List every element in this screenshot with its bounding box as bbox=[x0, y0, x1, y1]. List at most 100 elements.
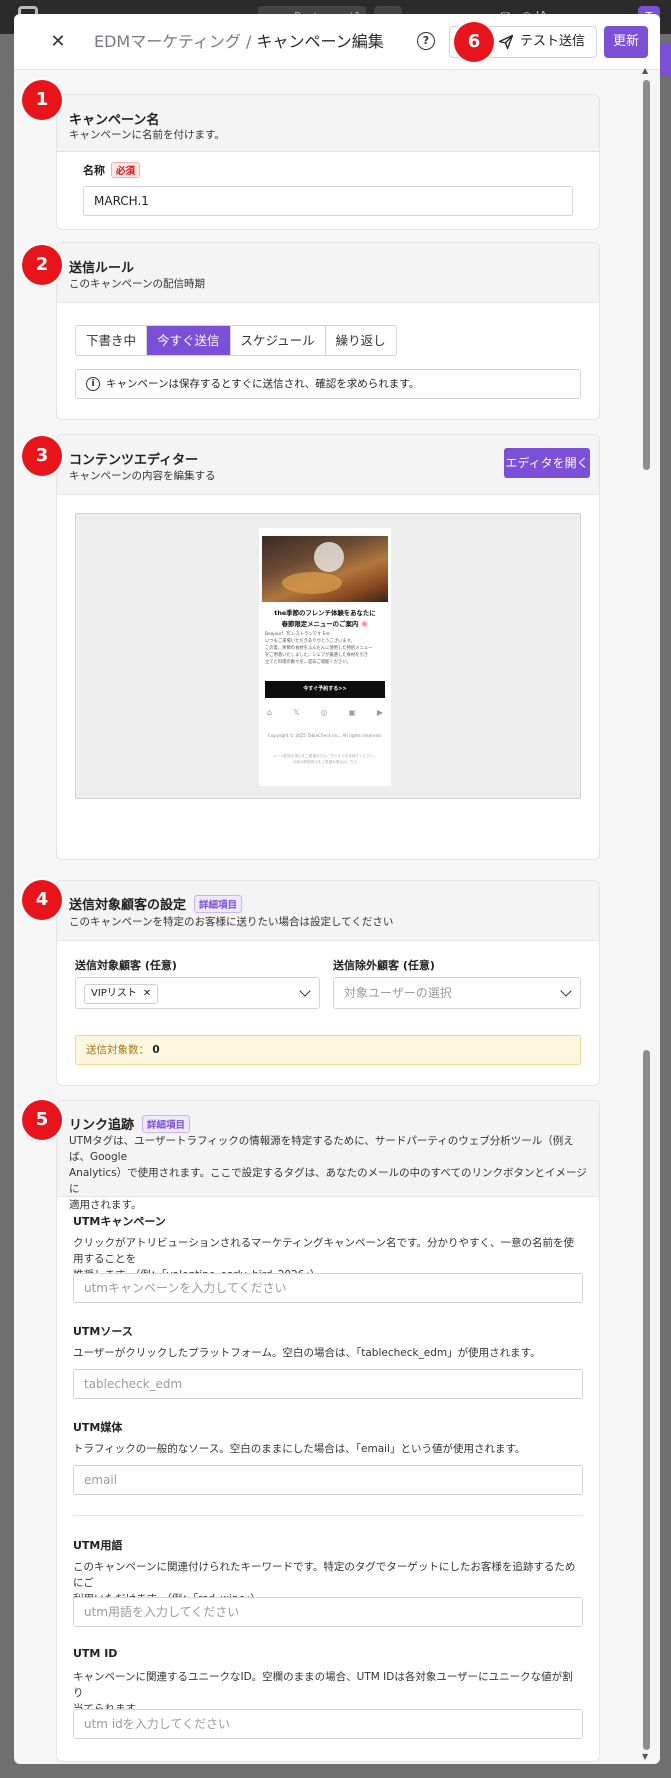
instagram-icon: ◎ bbox=[320, 708, 328, 717]
card-subtitle: このキャンペーンを特定のお客様に送りたい場合は設定してください bbox=[69, 916, 394, 928]
audience-card: 送信対象顧客の設定 詳細項目 このキャンペーンを特定のお客様に送りたい場合は設定し… bbox=[56, 880, 600, 1086]
hero-chef-shape bbox=[314, 542, 344, 572]
send-rule-option-send-now[interactable]: 今すぐ送信 bbox=[147, 326, 231, 355]
recipient-count-value: 0 bbox=[152, 1044, 160, 1056]
modal-body[interactable]: ▲ ▼ キャンペーン名 キャンペーンに名前を付けます。 名称 必須 MARCH.1… bbox=[14, 66, 660, 1764]
exclude-customers-select[interactable]: 対象ユーザーの選択 bbox=[333, 977, 581, 1009]
recipient-count-label: 送信対象数： bbox=[86, 1044, 149, 1056]
send-rule-option-repeat[interactable]: 繰り返し bbox=[326, 326, 396, 355]
email-copyright: Copyright © 2025 TableCheck Inc., All ri… bbox=[267, 733, 383, 738]
help-icon[interactable]: ? bbox=[417, 32, 435, 50]
open-editor-button[interactable]: エディタを開く bbox=[504, 448, 590, 478]
send-icon bbox=[498, 34, 514, 50]
card-title: コンテンツエディター bbox=[69, 453, 199, 468]
update-button[interactable]: 更新 bbox=[604, 26, 648, 58]
breadcrumb[interactable]: EDMマーケティング / bbox=[94, 32, 251, 51]
advanced-badge: 詳細項目 bbox=[194, 895, 243, 913]
email-body-line4: をご用意いたしました。シェフが厳選した食材を引き bbox=[265, 653, 369, 658]
exclude-placeholder: 対象ユーザーの選択 bbox=[344, 986, 452, 1000]
link-tracking-desc-line3: 適用されます。 bbox=[69, 1199, 142, 1211]
utm-term-help-line1: このキャンペーンに関連付けられたキーワードです。特定のタグでターゲットにしたお客… bbox=[73, 1561, 576, 1589]
callout-2: 2 bbox=[22, 245, 62, 285]
scrollbar[interactable]: ▲ ▼ bbox=[641, 66, 651, 1764]
utm-medium-label: UTM媒体 bbox=[73, 1421, 123, 1434]
required-badge: 必須 bbox=[111, 162, 141, 178]
email-footer-line1: メール配信の停止をご希望の方はこちらからお手続きください。 bbox=[272, 754, 378, 758]
send-rule-option-draft[interactable]: 下書き中 bbox=[76, 326, 148, 355]
card-header: コンテンツエディター キャンペーンの内容を編集する エディタを開く bbox=[57, 435, 599, 495]
youtube-icon: ▶ bbox=[376, 708, 383, 717]
card-header: キャンペーン名 キャンペーンに名前を付けます。 bbox=[57, 95, 599, 152]
email-heading-line2: 春節限定メニューのご案内 🌸 bbox=[281, 620, 369, 628]
scroll-up-icon[interactable]: ▲ bbox=[642, 66, 648, 75]
target-chip: VIPリスト ✕ bbox=[84, 984, 159, 1004]
email-heading: the季節のフレンチ体験をあなたに 春節限定メニューのご案内 🌸 bbox=[261, 608, 389, 630]
email-body-line5: 立てた料理の数々を、是非ご堪能ください。 bbox=[265, 660, 351, 665]
card-subtitle: キャンペーンの内容を編集する bbox=[69, 470, 216, 482]
email-body-line3: この度、季節の食材をふんだんに使用した特別メニュー bbox=[265, 646, 373, 651]
callout-6: 6 bbox=[454, 22, 494, 62]
name-field-label: 名称 必須 bbox=[83, 162, 141, 178]
utm-term-label: UTM用語 bbox=[73, 1539, 123, 1552]
email-heading-line1: the季節のフレンチ体験をあなたに bbox=[274, 609, 376, 617]
campaign-name-input[interactable]: MARCH.1 bbox=[83, 186, 573, 216]
advanced-badge: 詳細項目 bbox=[142, 1115, 191, 1133]
target-customers-select[interactable]: VIPリスト ✕ bbox=[75, 977, 320, 1009]
utm-medium-input[interactable]: email bbox=[73, 1465, 583, 1495]
test-send-label: テスト送信 bbox=[520, 34, 586, 49]
hero-plate-shape bbox=[282, 572, 342, 594]
home-icon: ⌂ bbox=[267, 708, 273, 717]
page-title: EDMマーケティング / キャンペーン編集 bbox=[94, 30, 384, 54]
email-footer-line2: 今後の配信停止をご希望の場合はこちら bbox=[292, 759, 358, 764]
utm-id-input[interactable]: utm idを入力してください bbox=[73, 1709, 583, 1739]
audience-title-text: 送信対象顧客の設定 bbox=[69, 898, 187, 913]
divider bbox=[73, 1515, 583, 1516]
card-header: 送信対象顧客の設定 詳細項目 このキャンペーンを特定のお客様に送りたい場合は設定し… bbox=[57, 881, 599, 941]
callout-5: 5 bbox=[22, 1100, 62, 1140]
scrollbar-thumb[interactable] bbox=[643, 80, 650, 470]
card-subtitle: キャンペーンに名前を付けます。 bbox=[69, 129, 225, 141]
email-preview: the季節のフレンチ体験をあなたに 春節限定メニューのご案内 🌸 Bonjour… bbox=[259, 528, 391, 786]
callout-4: 4 bbox=[22, 880, 62, 920]
link-tracking-desc-line2: Analytics）で使用されます。ここで設定するタグは、あなたのメールの中のす… bbox=[69, 1167, 587, 1195]
card-header: 送信ルール このキャンペーンの配信時期 bbox=[57, 243, 599, 303]
title-current: キャンペーン編集 bbox=[256, 32, 384, 51]
send-rule-option-schedule[interactable]: スケジュール bbox=[231, 326, 326, 355]
email-body: Bonjour！TCレストランです Ere いつもご来場いただきありがとうござい… bbox=[265, 631, 387, 666]
email-footer: メール配信の停止をご希望の方はこちらからお手続きください。 今後の配信停止をご希… bbox=[265, 754, 385, 765]
utm-campaign-label: UTMキャンペーン bbox=[73, 1215, 166, 1228]
card-header: リンク追跡 詳細項目 UTMタグは、ユーザートラフィックの情報源を特定するために、… bbox=[57, 1101, 599, 1211]
utm-source-help: ユーザーがクリックしたプラットフォーム。空白の場合は、「tablecheck_e… bbox=[73, 1347, 541, 1359]
content-editor-card: コンテンツエディター キャンペーンの内容を編集する エディタを開く the季節の… bbox=[56, 434, 600, 860]
utm-source-input[interactable]: tablecheck_edm bbox=[73, 1369, 583, 1399]
target-chip-label: VIPリスト bbox=[91, 988, 137, 999]
scroll-down-icon[interactable]: ▼ bbox=[642, 1752, 648, 1761]
target-customers-label: 送信対象顧客 (任意) bbox=[75, 959, 177, 972]
send-rule-segmented-control: 下書き中 今すぐ送信 スケジュール 繰り返し bbox=[75, 325, 397, 356]
callout-1: 1 bbox=[22, 80, 62, 120]
utm-campaign-help-line1: クリックがアトリビューションされるマーケティングキャンペーン名です。分かりやすく… bbox=[73, 1237, 574, 1265]
email-body-line2: いつもご来場いただきありがとうございます。 bbox=[265, 639, 355, 644]
close-icon[interactable]: ✕ bbox=[46, 30, 70, 54]
utm-source-label: UTMソース bbox=[73, 1325, 133, 1338]
callout-3: 3 bbox=[22, 436, 62, 476]
card-title: 送信対象顧客の設定 詳細項目 bbox=[69, 894, 243, 913]
utm-campaign-input[interactable]: utmキャンペーンを入力してください bbox=[73, 1273, 583, 1303]
name-label-text: 名称 bbox=[83, 164, 105, 177]
x-icon: 𝕏 bbox=[293, 708, 300, 717]
chevron-down-icon bbox=[299, 985, 311, 997]
utm-term-input[interactable]: utm用語を入力してください bbox=[73, 1597, 583, 1627]
send-rule-info: i キャンペーンは保存するとすぐに送信され、確認を求められます。 bbox=[75, 369, 581, 399]
line-icon: ▣ bbox=[348, 708, 356, 717]
card-subtitle: このキャンペーンの配信時期 bbox=[69, 278, 205, 290]
send-rule-info-text: キャンペーンは保存するとすぐに送信され、確認を求められます。 bbox=[106, 378, 420, 390]
email-body-line1: Bonjour！TCレストランです Ere bbox=[265, 632, 330, 637]
card-title: キャンペーン名 bbox=[69, 113, 160, 128]
email-social-icons: ⌂ 𝕏 ◎ ▣ ▶ bbox=[267, 708, 383, 717]
scrollbar-thumb-secondary[interactable] bbox=[643, 1050, 650, 1750]
info-icon: i bbox=[86, 377, 100, 391]
exclude-customers-label: 送信除外顧客 (任意) bbox=[333, 959, 435, 972]
link-tracking-card: リンク追跡 詳細項目 UTMタグは、ユーザートラフィックの情報源を特定するために、… bbox=[56, 1100, 600, 1762]
utm-medium-help: トラフィックの一般的なソース。空白のままにした場合は、「email」という値が使… bbox=[73, 1443, 526, 1455]
remove-chip-icon[interactable]: ✕ bbox=[143, 988, 151, 999]
